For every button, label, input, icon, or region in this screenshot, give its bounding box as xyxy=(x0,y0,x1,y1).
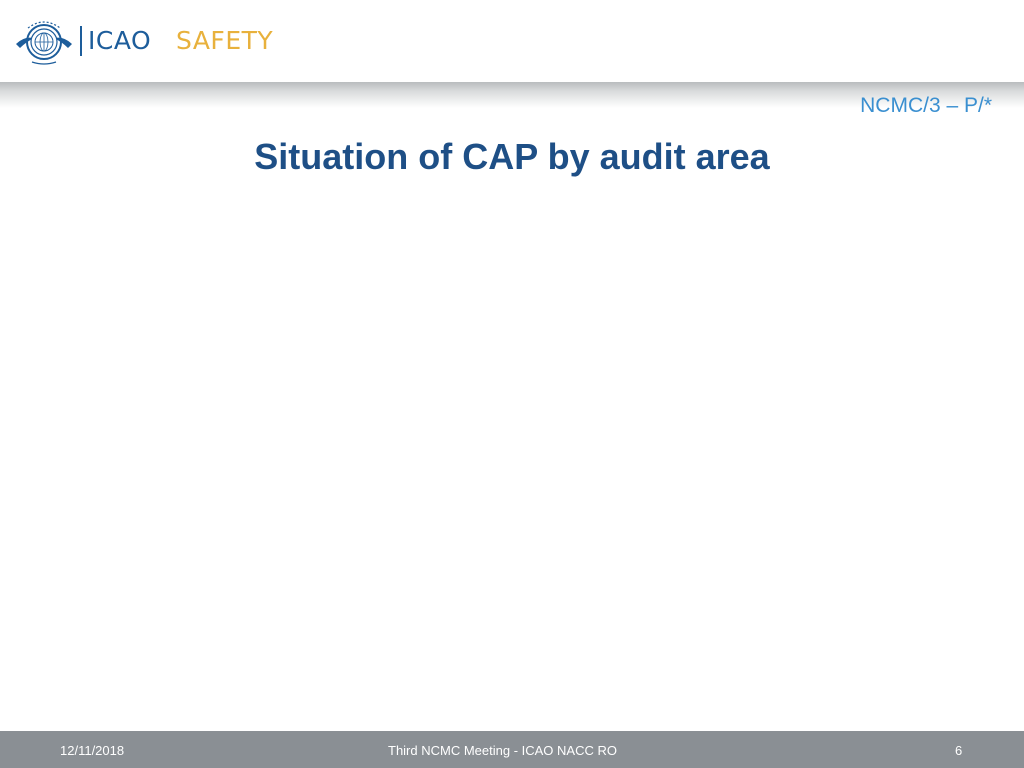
slide: ICAO SAFETY NCMC/3 – P/* Situation of CA… xyxy=(0,0,1024,768)
footer-band: 12/11/2018 Third NCMC Meeting - ICAO NAC… xyxy=(0,731,1024,768)
icao-emblem-icon xyxy=(16,21,72,65)
meeting-reference: NCMC/3 – P/* xyxy=(860,94,992,117)
brand-safety-text: SAFETY xyxy=(176,26,274,55)
brand-divider xyxy=(80,26,82,56)
footer-meeting-name: Third NCMC Meeting - ICAO NACC RO xyxy=(388,743,617,758)
footer-page-number: 6 xyxy=(955,743,963,758)
slide-title: Situation of CAP by audit area xyxy=(254,136,770,177)
header-band: ICAO SAFETY xyxy=(0,0,1024,84)
brand-icao-text: ICAO xyxy=(88,26,152,55)
footer-date: 12/11/2018 xyxy=(60,743,125,758)
